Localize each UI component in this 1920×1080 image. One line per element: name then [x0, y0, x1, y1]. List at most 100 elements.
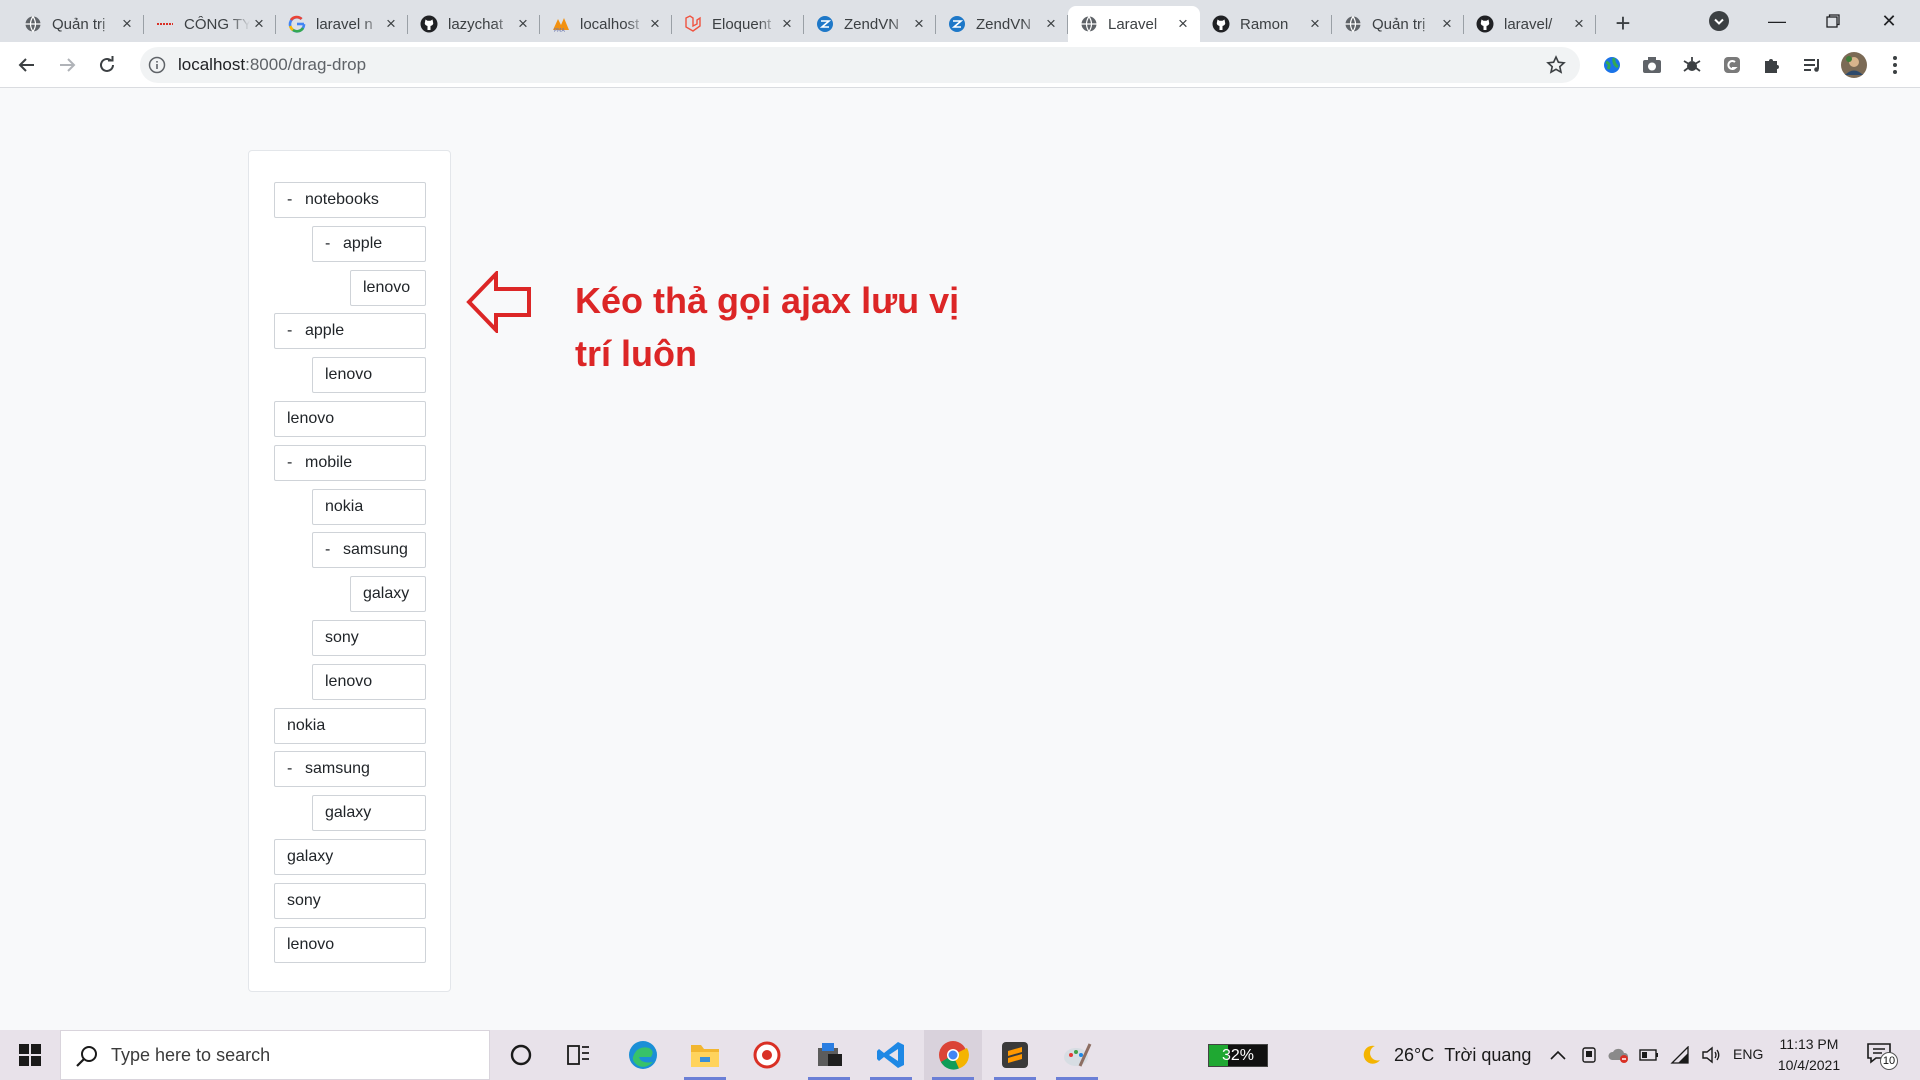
tree-item[interactable]: - samsung	[312, 532, 426, 568]
tree-item[interactable]: lenovo	[350, 270, 426, 306]
tree-item[interactable]: - apple	[274, 313, 426, 349]
cortana-icon[interactable]	[492, 1030, 550, 1080]
tab-title: ZendVN	[844, 15, 900, 33]
address-bar[interactable]: localhost:8000/drag-drop	[140, 47, 1580, 83]
tab-close-icon[interactable]: ×	[514, 15, 532, 33]
tree-item[interactable]: sony	[274, 883, 426, 919]
battery-meter[interactable]: 32%	[1208, 1044, 1268, 1067]
tab-close-icon[interactable]: ×	[1042, 15, 1060, 33]
browser-tab[interactable]: ZendVN ×	[804, 6, 936, 42]
page-content: - notebooks - apple lenovo - apple lenovo lenovo…	[0, 88, 1920, 1030]
reload-button[interactable]	[91, 49, 123, 81]
tab-title: ZendVN	[976, 15, 1032, 33]
file-explorer-icon[interactable]	[676, 1030, 734, 1080]
browser-tab[interactable]: ZendVN ×	[936, 6, 1068, 42]
browser-tab[interactable]: Eloquent ×	[672, 6, 804, 42]
github-icon	[1212, 15, 1230, 33]
vscode-icon[interactable]	[862, 1030, 920, 1080]
task-view-icon[interactable]	[550, 1030, 608, 1080]
screenshot-camera-icon[interactable]	[1641, 54, 1663, 76]
taskbar-search-box[interactable]: Type here to search	[60, 1030, 490, 1080]
browser-tab[interactable]: lazychat ×	[408, 6, 540, 42]
tray-device-icon[interactable]	[1578, 1044, 1600, 1066]
tree-item[interactable]: lenovo	[312, 664, 426, 700]
browser-tab[interactable]: Quản trị ×	[1332, 6, 1464, 42]
forward-button[interactable]	[51, 49, 83, 81]
zendvn-icon	[816, 15, 834, 33]
tab-title: CÔNG TY	[184, 15, 250, 33]
input-language[interactable]: ENG	[1733, 1046, 1763, 1062]
tab-close-icon[interactable]: ×	[118, 15, 136, 33]
volume-icon[interactable]	[1700, 1044, 1722, 1066]
collapse-toggle[interactable]: -	[287, 191, 305, 209]
tree-item[interactable]: - samsung	[274, 751, 426, 787]
tab-close-icon[interactable]: ×	[250, 15, 268, 33]
new-tab-button[interactable]: +	[1608, 9, 1638, 39]
tab-close-icon[interactable]: ×	[1306, 15, 1324, 33]
tree-item-label: apple	[305, 322, 345, 339]
collapse-toggle[interactable]: -	[325, 541, 343, 559]
tab-close-icon[interactable]: ×	[778, 15, 796, 33]
tab-search-icon[interactable]	[1708, 10, 1730, 32]
tree-item[interactable]: lenovo	[274, 927, 426, 963]
site-info-icon[interactable]	[148, 56, 166, 74]
media-queue-icon[interactable]	[1801, 54, 1823, 76]
close-window-button[interactable]: ✕	[1866, 6, 1912, 36]
action-center-button[interactable]: 10	[1866, 1042, 1898, 1070]
restore-button[interactable]	[1810, 6, 1856, 36]
battery-tray-icon[interactable]	[1638, 1044, 1660, 1066]
browser-tab[interactable]: laravel n ×	[276, 6, 408, 42]
collapse-toggle[interactable]: -	[325, 235, 343, 253]
tree-item[interactable]: galaxy	[312, 795, 426, 831]
tree-item[interactable]: galaxy	[350, 576, 426, 612]
collapse-toggle[interactable]: -	[287, 322, 305, 340]
chrome-taskbar-icon[interactable]	[924, 1030, 982, 1080]
browser-menu-icon[interactable]	[1884, 54, 1906, 76]
tab-close-icon[interactable]: ×	[1438, 15, 1456, 33]
browser-tab[interactable]: laravel/ ×	[1464, 6, 1596, 42]
bookmark-star-icon[interactable]	[1546, 55, 1566, 75]
tab-close-icon[interactable]: ×	[910, 15, 928, 33]
tree-item-label: apple	[343, 235, 383, 252]
back-button[interactable]	[11, 49, 43, 81]
tab-close-icon[interactable]: ×	[1174, 15, 1192, 33]
tab-close-icon[interactable]: ×	[646, 15, 664, 33]
tree-item[interactable]: - mobile	[274, 445, 426, 481]
extension-globe-icon[interactable]	[1601, 54, 1623, 76]
tree-item[interactable]: sony	[312, 620, 426, 656]
weather-widget[interactable]: 26°C Trời quang	[1360, 1044, 1531, 1066]
app-red-circle-icon[interactable]	[738, 1030, 796, 1080]
tree-item[interactable]: nokia	[274, 708, 426, 744]
minimize-button[interactable]: —	[1754, 6, 1800, 36]
extension-grammar-icon[interactable]	[1721, 54, 1743, 76]
start-button[interactable]	[0, 1030, 60, 1080]
tree-item[interactable]: galaxy	[274, 839, 426, 875]
edge-browser-icon[interactable]	[614, 1030, 672, 1080]
tab-close-icon[interactable]: ×	[1570, 15, 1588, 33]
tab-close-icon[interactable]: ×	[382, 15, 400, 33]
browser-tab[interactable]: Laravel ×	[1068, 6, 1200, 42]
extensions-puzzle-icon[interactable]	[1761, 54, 1783, 76]
tree-item[interactable]: - notebooks	[274, 182, 426, 218]
tree-item-label: galaxy	[287, 848, 334, 865]
extension-bug-icon[interactable]	[1681, 54, 1703, 76]
browser-tab[interactable]: CÔNG TY ×	[144, 6, 276, 42]
tree-item[interactable]: - apple	[312, 226, 426, 262]
wifi-icon[interactable]	[1669, 1044, 1691, 1066]
system-clock[interactable]: 11:13 PM 10/4/2021	[1768, 1034, 1850, 1076]
collapse-toggle[interactable]: -	[287, 760, 305, 778]
browser-tab[interactable]: Quản trị ×	[12, 6, 144, 42]
show-hidden-icons-chevron-icon[interactable]	[1547, 1044, 1569, 1066]
tree-item[interactable]: nokia	[312, 489, 426, 525]
app-package-icon[interactable]	[800, 1030, 858, 1080]
paint-app-icon[interactable]	[1048, 1030, 1106, 1080]
collapse-toggle[interactable]: -	[287, 454, 305, 472]
url-text[interactable]: localhost:8000/drag-drop	[178, 55, 366, 75]
profile-avatar[interactable]	[1840, 51, 1868, 79]
browser-tab[interactable]: Ramon ×	[1200, 6, 1332, 42]
onedrive-error-icon[interactable]	[1608, 1044, 1630, 1066]
tree-item[interactable]: lenovo	[274, 401, 426, 437]
sublime-text-icon[interactable]	[986, 1030, 1044, 1080]
tree-item[interactable]: lenovo	[312, 357, 426, 393]
browser-tab[interactable]: PMA localhost ×	[540, 6, 672, 42]
